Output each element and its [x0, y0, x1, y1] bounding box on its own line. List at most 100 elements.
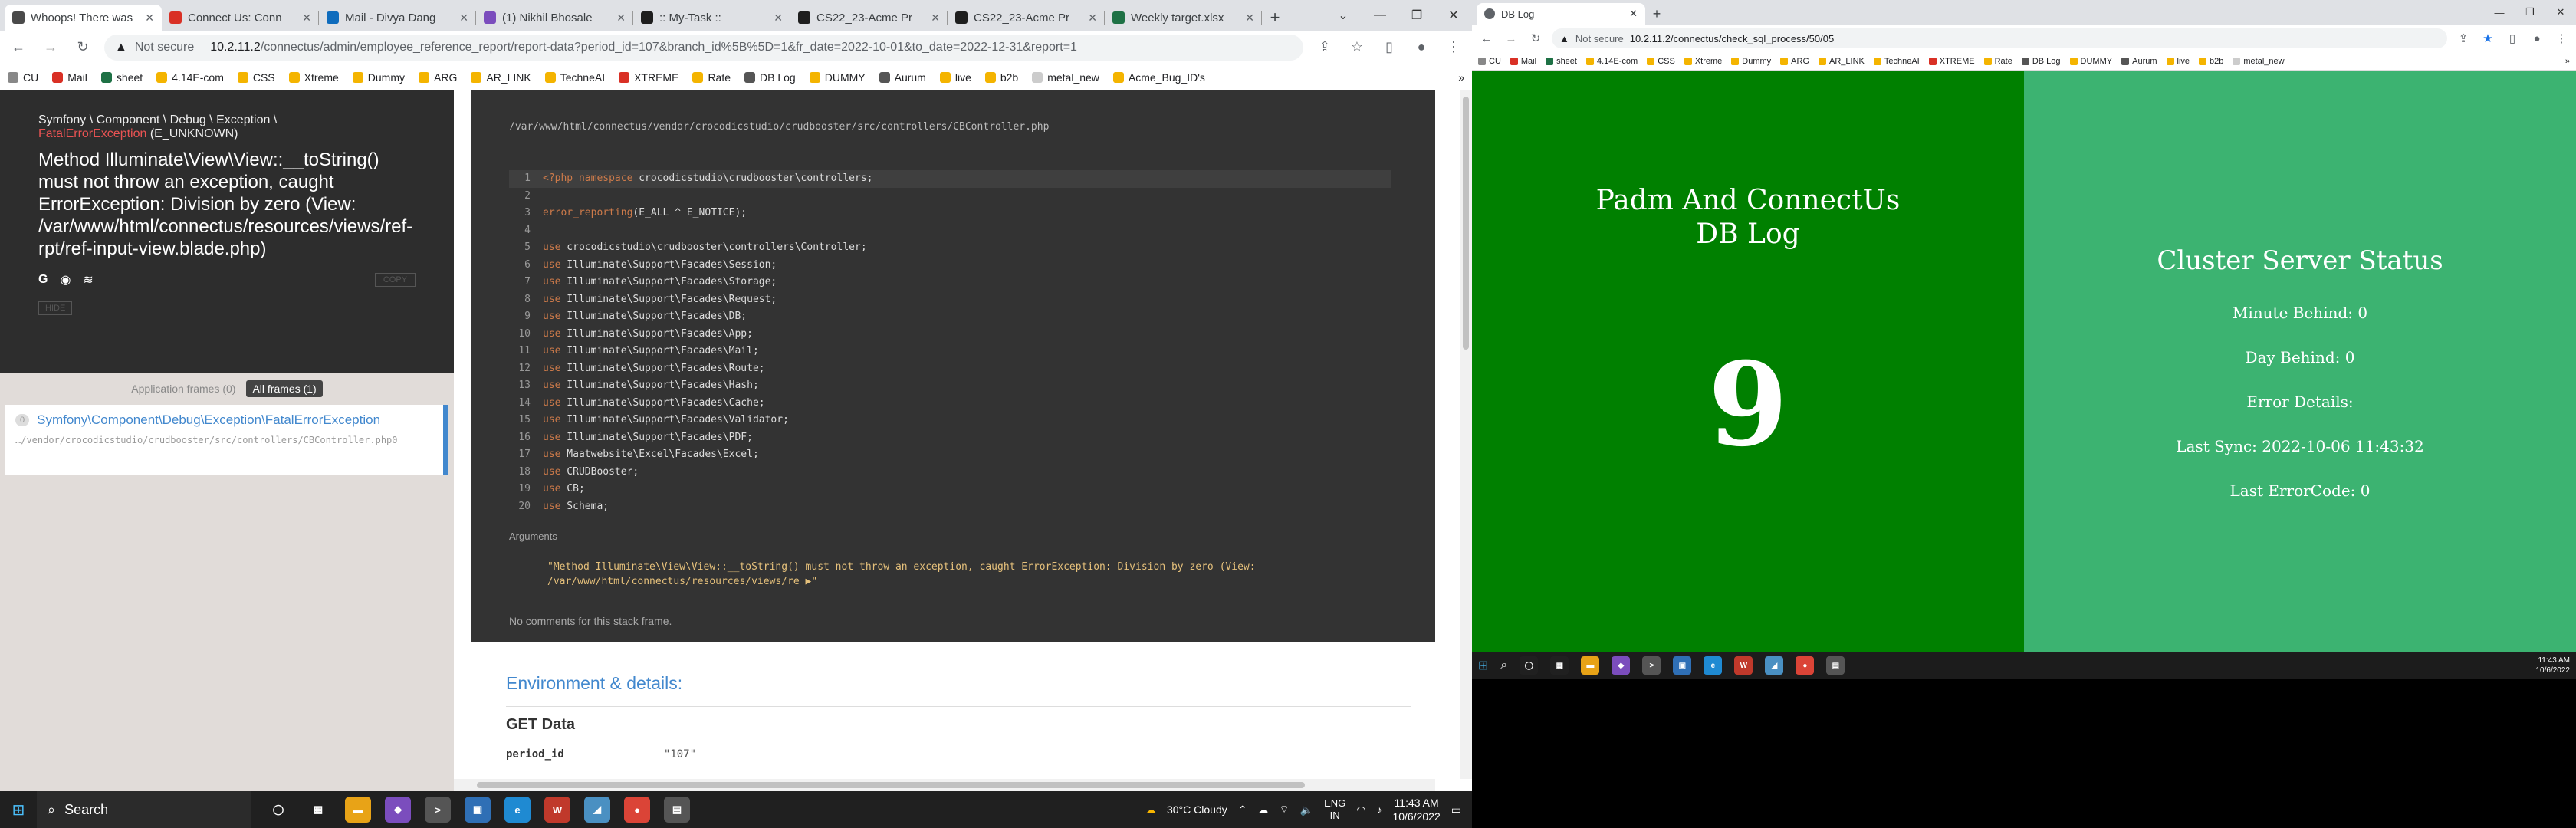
close-tab-icon[interactable]: ✕: [1088, 12, 1097, 25]
google-search-icon[interactable]: G: [38, 273, 48, 287]
browser-tab[interactable]: CS22_23-Acme Pr ✕: [948, 5, 1105, 31]
horizontal-scrollbar[interactable]: [454, 779, 1435, 791]
wps-icon[interactable]: W: [1734, 656, 1753, 675]
browser-tab[interactable]: Weekly target.xlsx ✕: [1105, 5, 1262, 31]
close-tab-icon[interactable]: ✕: [145, 12, 154, 25]
bookmark-item[interactable]: Aurum: [2121, 57, 2157, 66]
right-address-bar[interactable]: ▲ Not secure 10.2.11.2/connectus/check_s…: [1552, 28, 2447, 48]
terminal-icon[interactable]: >: [1642, 656, 1661, 675]
visual-studio-icon[interactable]: ◆: [1612, 656, 1631, 675]
menu-icon[interactable]: ⋮: [1443, 37, 1464, 58]
browser-tab[interactable]: :: My-Task :: ✕: [633, 5, 790, 31]
share-icon[interactable]: ⇪: [1314, 37, 1336, 58]
calculator-icon[interactable]: ▤: [664, 797, 690, 823]
bookmark-item[interactable]: Acme_Bug_ID's: [1112, 71, 1205, 84]
bookmark-item[interactable]: Rate: [1983, 57, 2013, 66]
profile-icon[interactable]: ●: [2528, 30, 2545, 47]
bookmark-item[interactable]: Dummy: [352, 71, 405, 84]
file-explorer-icon[interactable]: ▬: [1581, 656, 1600, 675]
bookmark-item[interactable]: CU: [1478, 57, 1501, 66]
new-tab-button[interactable]: +: [1262, 5, 1288, 31]
clock[interactable]: 11:43 AM 10/6/2022: [1392, 796, 1440, 823]
close-tab-icon[interactable]: ✕: [616, 12, 626, 25]
vertical-scrollbar[interactable]: [1460, 90, 1472, 779]
copy-button[interactable]: COPY: [374, 273, 416, 287]
file-explorer-icon[interactable]: ▬: [345, 797, 371, 823]
network-icon[interactable]: ⌔: [1279, 803, 1289, 816]
bookmark-item[interactable]: 4.14E-com: [156, 71, 224, 84]
address-bar[interactable]: ▲ Not secure 10.2.11.2/connectus/admin/e…: [104, 34, 1303, 61]
right-clock[interactable]: 11:43 AM 10/6/2022: [2536, 656, 2576, 675]
language-indicator[interactable]: ENG IN: [1324, 797, 1346, 822]
bookmark-item[interactable]: CSS: [1647, 57, 1675, 66]
notifications-icon[interactable]: ▭: [1451, 803, 1461, 816]
stackoverflow-icon[interactable]: ≋: [83, 272, 93, 288]
browser-tab[interactable]: (1) Nikhil Bhosale ✕: [476, 5, 633, 31]
browser-tab[interactable]: Connect Us: Conn ✕: [162, 5, 319, 31]
bookmark-item[interactable]: DUMMY: [809, 71, 866, 84]
more-bookmarks-icon[interactable]: »: [2565, 57, 2570, 66]
reload-icon[interactable]: ↻: [1527, 30, 1544, 47]
back-icon[interactable]: ←: [1478, 30, 1495, 47]
close-window-button[interactable]: ✕: [2545, 0, 2576, 25]
edge-icon[interactable]: e: [1704, 656, 1723, 675]
terminal-icon[interactable]: >: [425, 797, 451, 823]
browser-tab[interactable]: Mail - Divya Dang ✕: [319, 5, 476, 31]
tab-db-log[interactable]: DB Log ✕: [1477, 3, 1645, 25]
bookmark-item[interactable]: Dummy: [1731, 57, 1771, 66]
application-frames-tab[interactable]: Application frames (0): [131, 383, 235, 395]
visual-studio-icon[interactable]: ◆: [385, 797, 411, 823]
bookmark-item[interactable]: DB Log: [744, 71, 796, 84]
close-tab-icon[interactable]: ✕: [931, 12, 940, 25]
side-panel-icon[interactable]: ▯: [2504, 30, 2521, 47]
bookmark-item[interactable]: Aurum: [879, 71, 926, 84]
restore-button[interactable]: ❐: [1398, 0, 1435, 31]
bookmark-item[interactable]: Rate: [692, 71, 731, 84]
weather-icon[interactable]: ☁: [1145, 803, 1156, 816]
stack-frame[interactable]: 0 Symfony\Component\Debug\Exception\Fata…: [5, 405, 448, 475]
side-panel-icon[interactable]: ▯: [1378, 37, 1400, 58]
bookmark-item[interactable]: 4.14E-com: [1585, 57, 1638, 66]
minimize-button[interactable]: —: [2484, 0, 2515, 25]
remote-icon[interactable]: ▣: [465, 797, 491, 823]
taskbar-search[interactable]: ⌕ Search: [37, 791, 251, 828]
close-tab-icon[interactable]: ✕: [459, 12, 468, 25]
wifi-icon[interactable]: ◠: [1356, 803, 1365, 816]
bookmark-star-icon[interactable]: ☆: [1346, 37, 1368, 58]
new-tab-button[interactable]: +: [1645, 3, 1668, 25]
weather-text[interactable]: 30°C Cloudy: [1167, 803, 1227, 816]
hide-button[interactable]: HIDE: [38, 301, 73, 315]
bookmark-item[interactable]: ARG: [419, 71, 457, 84]
app-icon[interactable]: ◢: [1765, 656, 1784, 675]
widgets-icon[interactable]: ▦: [305, 797, 331, 823]
all-frames-tab[interactable]: All frames (1): [246, 380, 323, 397]
chrome-icon[interactable]: ●: [1796, 656, 1815, 675]
reload-icon[interactable]: ↻: [72, 37, 94, 58]
bookmark-item[interactable]: metal_new: [1032, 71, 1099, 84]
profile-icon[interactable]: ●: [1411, 37, 1432, 58]
bookmark-item[interactable]: DB Log: [2021, 57, 2061, 66]
bookmark-item[interactable]: AR_LINK: [1819, 57, 1865, 66]
bookmark-item[interactable]: live: [939, 71, 971, 84]
onedrive-icon[interactable]: ☁: [1257, 803, 1268, 816]
bookmark-item[interactable]: Xtreme: [288, 71, 339, 84]
close-window-button[interactable]: ✕: [1435, 0, 1472, 31]
more-bookmarks-icon[interactable]: »: [1458, 71, 1464, 84]
bookmark-item[interactable]: XTREME: [1928, 57, 1975, 66]
bookmark-item[interactable]: sheet: [100, 71, 143, 84]
edge-icon[interactable]: e: [504, 797, 531, 823]
bookmark-item[interactable]: TechneAI: [1873, 57, 1920, 66]
bookmark-item[interactable]: live: [2166, 57, 2190, 66]
app-icon[interactable]: ◢: [584, 797, 610, 823]
bookmark-item[interactable]: metal_new: [2233, 57, 2285, 66]
close-tab-icon[interactable]: ✕: [302, 12, 311, 25]
remote-icon[interactable]: ▣: [1673, 656, 1692, 675]
calculator-icon[interactable]: ▤: [1826, 656, 1845, 675]
tab-search-button[interactable]: ⌄: [1325, 0, 1362, 31]
bookmark-item[interactable]: b2b: [984, 71, 1018, 84]
bookmark-item[interactable]: ARG: [1780, 57, 1809, 66]
bookmark-item[interactable]: DUMMY: [2069, 57, 2112, 66]
bookmark-item[interactable]: b2b: [2199, 57, 2223, 66]
bookmark-item[interactable]: sheet: [1546, 57, 1577, 66]
menu-icon[interactable]: ⋮: [2553, 30, 2570, 47]
